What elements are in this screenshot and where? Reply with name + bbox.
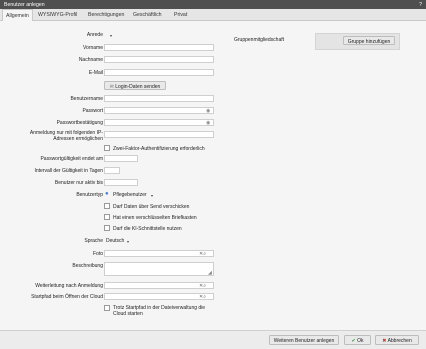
nachname-label: Nachname — [78, 57, 103, 63]
check-icon: ✔ — [351, 338, 356, 344]
foto-actions[interactable]: ✕⌕ — [199, 251, 206, 257]
gruppenmitgliedschaft-label: Gruppenmitgliedschaft — [234, 37, 285, 43]
search-icon[interactable]: ⌕ — [203, 251, 206, 257]
resize-handle-icon[interactable]: ◢ — [208, 270, 212, 276]
weiterleitung-label: Weiterleitung nach Anmeldung — [35, 283, 103, 289]
ok-button[interactable]: ✔ Ok — [344, 335, 371, 345]
weiterleitung-input[interactable] — [104, 282, 214, 289]
twofa-label: Zwei-Faktor-Authentifizierung erforderli… — [113, 145, 205, 152]
help-icon[interactable]: ? — [419, 2, 422, 8]
search-icon[interactable]: ⌕ — [203, 294, 206, 300]
foto-input[interactable] — [104, 250, 214, 257]
anrede-label: Anrede — [86, 32, 103, 38]
nachname-input[interactable] — [104, 56, 214, 63]
tab-berechtigungen[interactable]: Berechtigungen — [88, 12, 124, 18]
passwort-label: Passwort — [82, 108, 103, 114]
mailbox-checkbox[interactable] — [104, 214, 110, 220]
ip-input[interactable] — [104, 131, 214, 138]
send-label: Darf Daten über Send verschicken — [113, 203, 190, 210]
dialog-title: Benutzer anlegen — [4, 1, 45, 8]
trotz-label: Trotz Startpfad in der Dateiverwaltung d… — [113, 305, 206, 317]
email-input[interactable] — [104, 69, 214, 76]
aktiv-label: Benutzer nur aktiv bis — [54, 180, 103, 186]
dialog-footer: Weiteren Benutzer anlegen ✔ Ok ✖ Abbrech… — [0, 330, 426, 349]
create-user-dialog: Benutzer anlegen ? Allgemein WYSIWYG-Pro… — [0, 0, 426, 349]
startpfad-input[interactable] — [104, 293, 214, 300]
chevron-down-icon[interactable]: ▾ — [151, 193, 153, 198]
passwort-confirm-input[interactable] — [104, 119, 214, 126]
tab-wysiwyg-profil[interactable]: WYSIWYG-Profil — [38, 12, 77, 18]
beschreibung-label: Beschreibung — [72, 263, 103, 269]
vorname-input[interactable] — [104, 44, 214, 51]
startpfad-actions[interactable]: ✕⌕ — [199, 294, 206, 300]
benutzertyp-select[interactable]: Pflegebenutzer — [113, 192, 147, 198]
cancel-label: Abbrechen — [387, 338, 412, 344]
close-icon: ✖ — [382, 338, 387, 344]
chevron-down-icon[interactable]: ▾ — [110, 33, 112, 38]
title-bar: Benutzer anlegen ? — [0, 0, 426, 9]
intervall-label: Intervall der Gültigkeit in Tagen — [34, 168, 103, 174]
chevron-down-icon[interactable]: ▾ — [127, 239, 129, 244]
weiterleitung-actions[interactable]: ✕⌕ — [199, 283, 206, 289]
benutzertyp-label: Benutzertyp — [76, 192, 103, 198]
benutzername-label: Benutzername — [70, 96, 103, 102]
tab-privat[interactable]: Privat — [174, 12, 187, 18]
tab-allgemein[interactable]: Allgemein — [2, 9, 33, 21]
gueltig-input[interactable] — [104, 155, 138, 162]
send-checkbox[interactable] — [104, 203, 110, 209]
sprache-label: Sprache — [84, 238, 103, 244]
ok-label: Ok — [357, 338, 364, 344]
benutzername-input[interactable] — [104, 95, 214, 102]
foto-label: Foto — [92, 251, 103, 257]
eye-icon[interactable]: ◉ — [206, 108, 210, 114]
user-icon: ● — [105, 191, 109, 197]
cancel-button[interactable]: ✖ Abbrechen — [375, 335, 419, 345]
add-group-button[interactable]: Gruppe hinzufügen — [343, 36, 395, 45]
ki-label: Darf die KI-Schnittstelle nutzen — [113, 225, 182, 232]
startpfad-label: Startpfad beim Öffnen der Cloud — [31, 294, 103, 300]
passwort-input[interactable] — [104, 107, 214, 114]
intervall-input[interactable] — [104, 167, 120, 174]
aktiv-input[interactable] — [104, 179, 138, 186]
trotz-checkbox[interactable] — [104, 305, 110, 311]
ip-label: Anmeldung nur mit folgenden IP-Adressen … — [29, 130, 103, 142]
mailbox-label: Hat einen verschlüsselten Briefkasten — [113, 214, 197, 221]
envelope-icon: ✉ — [109, 83, 114, 90]
send-login-button[interactable]: ✉ Login-Daten senden — [104, 81, 166, 90]
ki-checkbox[interactable] — [104, 225, 110, 231]
passwort-confirm-label: Passwortbestätigung — [56, 120, 103, 126]
send-login-label: Login-Daten senden — [115, 83, 161, 90]
email-label: E-Mail — [88, 70, 103, 76]
add-another-user-button[interactable]: Weiteren Benutzer anlegen — [269, 335, 339, 345]
sprache-select[interactable]: Deutsch — [106, 238, 124, 244]
search-icon[interactable]: ⌕ — [203, 283, 206, 289]
eye-icon[interactable]: ◉ — [206, 120, 210, 126]
vorname-label: Vorname — [82, 45, 103, 51]
beschreibung-textarea[interactable] — [104, 262, 214, 276]
tab-bar: Allgemein WYSIWYG-Profil Berechtigungen … — [0, 9, 426, 21]
twofa-checkbox[interactable] — [104, 145, 110, 151]
gueltig-label: Passwortgültigkeit endet am — [40, 156, 103, 162]
tab-geschaeftlich[interactable]: Geschäftlich — [133, 12, 162, 18]
